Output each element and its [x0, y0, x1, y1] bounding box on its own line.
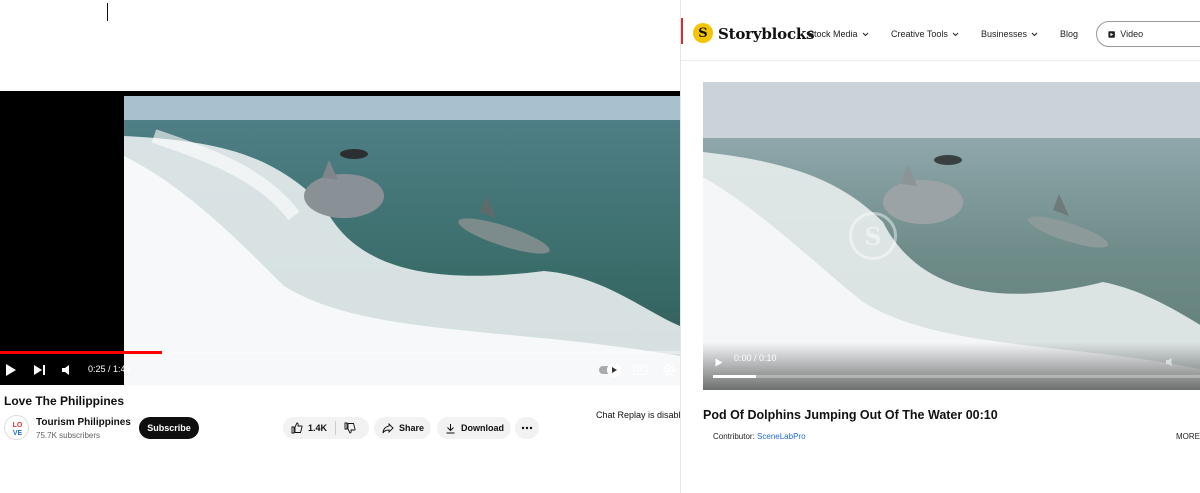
channel-name[interactable]: Tourism Philippines — [36, 417, 131, 428]
youtube-pane: 0:25 / 1:45 CC Love The Philippines LO V… — [0, 0, 680, 493]
channel-avatar[interactable]: LO VE — [4, 415, 29, 440]
captions-icon: CC — [633, 365, 647, 375]
chat-replay-notice: Chat Replay is disable — [596, 410, 680, 420]
download-button[interactable]: Download — [437, 417, 511, 439]
autoplay-toggle[interactable] — [598, 360, 621, 380]
svg-text:LO: LO — [13, 422, 23, 429]
nav-label: Stock Media — [808, 29, 858, 39]
storyblocks-progress-bar[interactable] — [713, 375, 1200, 378]
video-title: Love The Philippines — [4, 394, 125, 408]
nav-businesses[interactable]: Businesses — [981, 29, 1038, 39]
screen: 0:25 / 1:45 CC Love The Philippines LO V… — [0, 0, 1200, 493]
volume-button[interactable] — [1165, 354, 1177, 372]
like-dislike-group: 1.4K — [283, 417, 369, 439]
more-actions-button[interactable] — [515, 417, 539, 439]
thumbs-down-icon — [344, 422, 356, 434]
share-icon — [382, 422, 394, 433]
storyblocks-progress-fill — [713, 375, 756, 378]
share-label: Share — [399, 423, 425, 433]
volume-icon — [1166, 357, 1172, 367]
svg-text:VE: VE — [13, 430, 23, 437]
play-button[interactable] — [715, 354, 723, 372]
chevron-down-icon — [952, 32, 959, 36]
youtube-progress-fill — [0, 351, 162, 354]
youtube-time: 0:25 / 1:45 — [88, 364, 131, 374]
nav-stock-media[interactable]: Stock Media — [808, 29, 869, 39]
settings-button[interactable] — [660, 360, 678, 380]
settings-icon — [663, 364, 675, 376]
youtube-video-frame[interactable] — [124, 96, 680, 385]
storyblocks-time: 0:00 / 0:10 — [734, 353, 777, 363]
nav-label: Blog — [1060, 29, 1079, 39]
dolphin-scene-image — [124, 96, 680, 385]
contributor-label: Contributor: — [713, 432, 755, 441]
autoplay-toggle-icon — [599, 363, 621, 377]
thumbs-up-icon — [291, 422, 303, 434]
play-icon — [6, 364, 16, 376]
play-button[interactable] — [4, 360, 18, 380]
youtube-controls: 0:25 / 1:45 CC — [0, 355, 680, 385]
nav-creative-tools[interactable]: Creative Tools — [891, 29, 959, 39]
storyblocks-logo-text[interactable]: Storyblocks — [718, 25, 815, 43]
download-icon — [446, 423, 455, 433]
storyblocks-pane: S Storyblocks Stock Media Creative Tools… — [680, 0, 1200, 493]
watermark-logo-icon: S — [849, 212, 897, 260]
chevron-down-icon — [1031, 32, 1038, 36]
media-type-select[interactable]: Video — [1096, 21, 1200, 47]
nav-blog[interactable]: Blog — [1060, 29, 1078, 39]
nav-label: Businesses — [981, 29, 1028, 39]
subscribe-button[interactable]: Subscribe — [139, 417, 199, 439]
storyblocks-controls: 0:00 / 0:10 — [703, 342, 1200, 390]
media-type-value: Video — [1120, 29, 1144, 39]
youtube-progress-bar[interactable] — [0, 351, 680, 354]
download-label: Download — [461, 423, 504, 433]
nav-label: Creative Tools — [891, 29, 948, 39]
captions-button[interactable]: CC — [632, 360, 648, 380]
contributor-link[interactable]: SceneLabPro — [757, 432, 805, 441]
dislike-button[interactable] — [336, 417, 364, 439]
header-divider — [681, 60, 1200, 61]
like-button[interactable]: 1.4K — [283, 417, 335, 439]
play-icon — [715, 358, 723, 367]
volume-icon — [62, 365, 69, 375]
more-horizontal-icon — [521, 426, 533, 430]
share-button[interactable]: Share — [374, 417, 431, 439]
text-cursor — [107, 3, 108, 21]
more-button[interactable]: MORE I — [1176, 432, 1200, 441]
next-icon — [34, 365, 45, 375]
clip-title: Pod Of Dolphins Jumping Out Of The Water… — [703, 408, 998, 422]
chevron-down-icon — [862, 32, 868, 36]
storyblocks-logo-icon[interactable]: S — [693, 23, 713, 43]
next-button[interactable] — [32, 360, 48, 380]
volume-button[interactable] — [60, 360, 76, 380]
focus-indicator — [681, 18, 683, 44]
love-logo-icon: LO VE — [13, 422, 23, 437]
like-count: 1.4K — [308, 423, 328, 433]
youtube-video-player[interactable]: 0:25 / 1:45 CC — [0, 91, 680, 385]
contributor-line: Contributor: SceneLabPro — [713, 432, 806, 441]
video-icon — [1108, 30, 1115, 38]
storyblocks-video-player[interactable]: S 0:00 / 0:10 — [703, 82, 1200, 390]
subscriber-count: 75.7K subscribers — [36, 431, 101, 440]
